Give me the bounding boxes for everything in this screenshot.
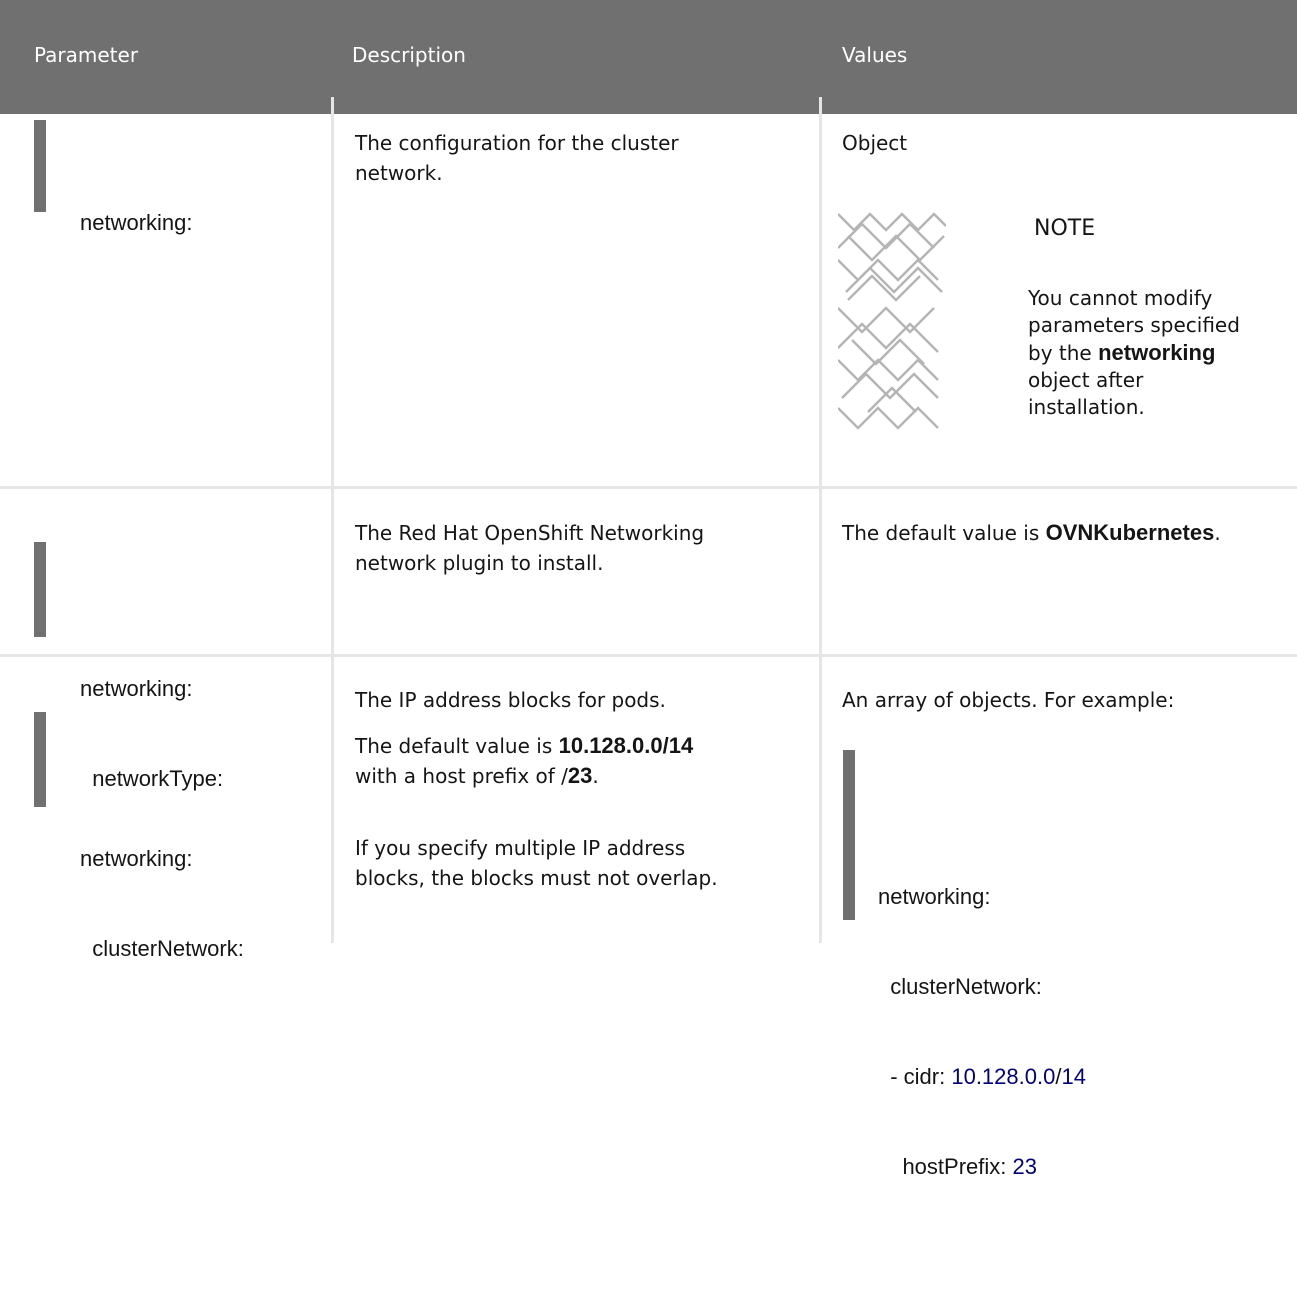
description-text: The configuration for the cluster networ… bbox=[355, 128, 679, 188]
note-line: installation. bbox=[1028, 395, 1145, 419]
parameter-line: networking: bbox=[80, 846, 193, 871]
value-suffix: . bbox=[1214, 521, 1221, 545]
parameter-code: networking: bbox=[34, 120, 193, 235]
description-line: network plugin to install. bbox=[355, 551, 604, 575]
code-line: hostPrefix: bbox=[878, 1154, 1013, 1179]
description-line: with a host prefix of / bbox=[355, 764, 568, 788]
code-line: - cidr: bbox=[878, 1064, 952, 1089]
description-line: blocks, the blocks must not overlap. bbox=[355, 866, 718, 890]
note-body: You cannot modify parameters specified b… bbox=[1028, 285, 1240, 421]
value-text: Object bbox=[842, 131, 908, 155]
description-line: If you specify multiple IP address bbox=[355, 836, 686, 860]
note-line: object after bbox=[1028, 368, 1144, 392]
value-text: The default value is OVNKubernetes. bbox=[842, 518, 1221, 548]
description-text: The Red Hat OpenShift Networking network… bbox=[355, 518, 704, 578]
column-header-parameter: Parameter bbox=[34, 43, 139, 67]
code-line: clusterNetwork: bbox=[878, 974, 1042, 999]
note-line: parameters specified bbox=[1028, 313, 1240, 337]
description-bold: 23 bbox=[567, 763, 593, 788]
description-line: The default value is bbox=[355, 734, 559, 758]
value-bold: OVNKubernetes bbox=[1045, 520, 1215, 545]
code-number: 23 bbox=[1012, 1154, 1037, 1179]
parameter-table: Parameter Description Values networking:… bbox=[0, 0, 1297, 1179]
column-header-values: Values bbox=[842, 43, 908, 67]
note-line: by the bbox=[1028, 341, 1099, 365]
code-number: 14 bbox=[1061, 1064, 1086, 1089]
example-code-block: networking: clusterNetwork: - cidr: 10.1… bbox=[843, 750, 1086, 1179]
description-bold: 10.128.0.0/14 bbox=[558, 733, 694, 758]
note-bold-term: networking bbox=[1098, 340, 1216, 365]
description-text: The IP address blocks for pods. bbox=[355, 688, 666, 712]
parameter-code: networking: clusterNetwork: bbox=[34, 712, 244, 961]
note-line: You cannot modify bbox=[1028, 286, 1213, 310]
note-pattern-icon bbox=[838, 212, 946, 430]
description-text: If you specify multiple IP address block… bbox=[355, 833, 718, 893]
parameter-line: networking: bbox=[80, 210, 193, 235]
parameter-code: networking: networkType: bbox=[34, 542, 223, 791]
code-line: networking: bbox=[878, 884, 991, 909]
value-text: An array of objects. For example: bbox=[842, 688, 1175, 712]
description-line: The configuration for the cluster bbox=[355, 131, 679, 155]
code-number: 10.128.0.0 bbox=[951, 1064, 1056, 1089]
parameter-line: networking: bbox=[80, 676, 193, 701]
value-prefix: The default value is bbox=[842, 521, 1046, 545]
description-line: The Red Hat OpenShift Networking bbox=[355, 521, 705, 545]
description-line: network. bbox=[355, 161, 443, 185]
note-title: NOTE bbox=[1034, 216, 1096, 241]
description-text: The default value is 10.128.0.0/14 with … bbox=[355, 731, 693, 791]
parameter-line: clusterNetwork: bbox=[80, 936, 244, 961]
description-suffix: . bbox=[592, 764, 599, 788]
column-header-description: Description bbox=[352, 43, 466, 67]
